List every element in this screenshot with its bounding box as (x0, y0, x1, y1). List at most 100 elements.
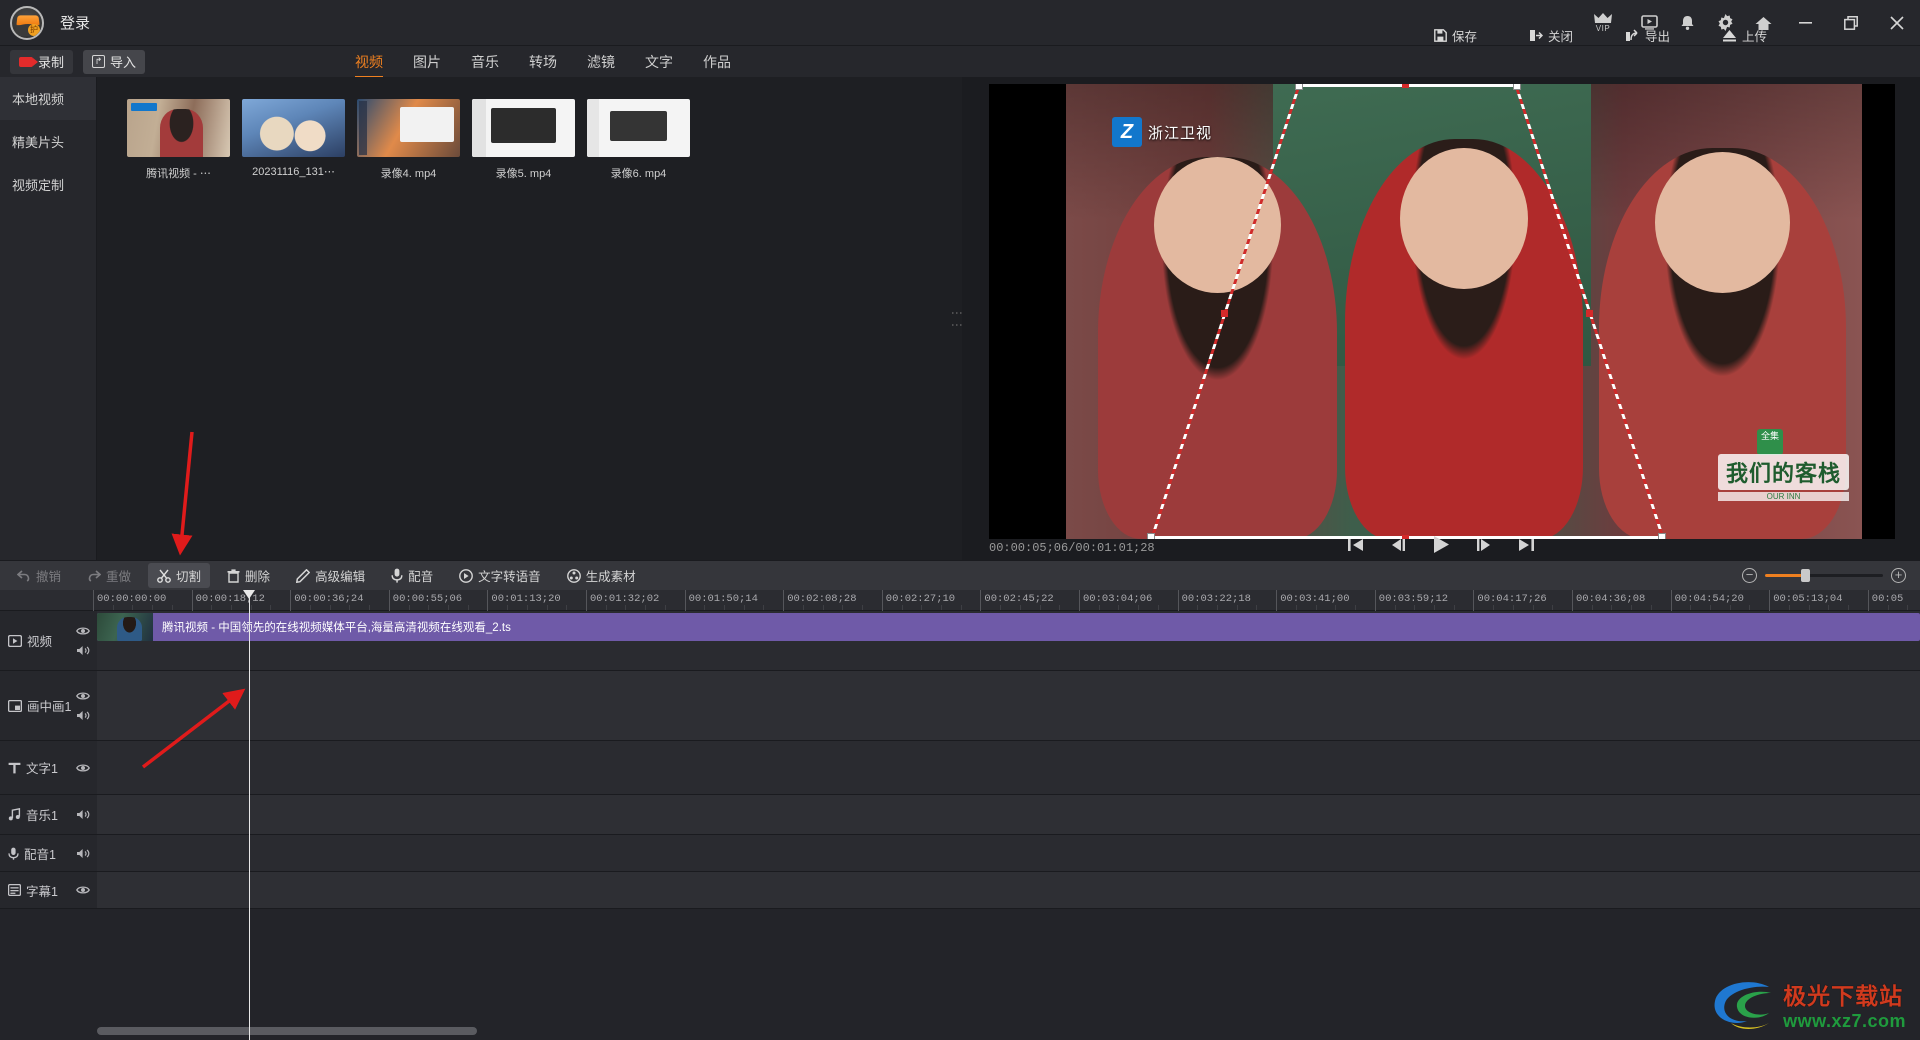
track-header-voiceover[interactable]: 配音1 (0, 835, 97, 871)
tab-image[interactable]: 图片 (413, 52, 441, 78)
media-item[interactable]: 录像6. mp4 (587, 99, 690, 181)
sidebar-item-custom-video[interactable]: 视频定制 (0, 163, 96, 206)
media-item[interactable]: 录像4. mp4 (357, 99, 460, 181)
zoom-slider-thumb[interactable] (1801, 569, 1810, 582)
close-button[interactable] (1874, 0, 1920, 45)
ruler-minor-tick (1236, 605, 1238, 610)
voiceover-button[interactable]: 配音 (382, 563, 442, 588)
avatar[interactable]: 护 (10, 5, 44, 40)
split-button[interactable]: 切割 (148, 563, 211, 588)
watermark-logo-icon (1714, 981, 1772, 1029)
video-preview[interactable]: Z 浙江卫视 全集 我们的客栈 OUR INN (989, 84, 1895, 539)
track-header-pip[interactable]: 画中画1 (0, 671, 97, 740)
track-body-subtitle[interactable] (97, 872, 1920, 908)
track-mute-toggle[interactable] (76, 809, 90, 820)
track-body-text[interactable] (97, 741, 1920, 794)
tab-works[interactable]: 作品 (703, 52, 731, 78)
text-to-speech-label: 文字转语音 (478, 570, 541, 584)
panel-resize-handle[interactable]: ⋮⋮ (950, 307, 964, 331)
sidebar-item-intro-templates[interactable]: 精美片头 (0, 120, 96, 163)
export-label: 导出 (1645, 30, 1671, 44)
track-visibility-toggle[interactable] (76, 626, 90, 636)
track-body-music[interactable] (97, 795, 1920, 834)
ruler-minor-tick (408, 605, 410, 610)
redo-button[interactable]: 重做 (78, 563, 140, 588)
import-button[interactable]: ↱ 导入 (83, 49, 146, 74)
track-mute-toggle[interactable] (76, 710, 90, 721)
media-item[interactable]: 录像5. mp4 (472, 99, 575, 181)
zoom-slider-track[interactable] (1765, 569, 1883, 582)
timeline-hscrollbar[interactable] (97, 1027, 1902, 1035)
timeline-ruler[interactable]: 00:00:00:00 00:00:18;12 00:00:36;24 00:00:5… (0, 590, 1920, 611)
sidebar-item-local-video[interactable]: 本地视频 (0, 77, 96, 120)
track-visibility-toggle[interactable] (76, 885, 90, 895)
track-mute-toggle[interactable] (76, 848, 90, 859)
track-body-voiceover[interactable] (97, 835, 1920, 871)
tab-text[interactable]: 文字 (645, 52, 673, 78)
track-body-pip[interactable] (97, 671, 1920, 740)
undo-icon (17, 569, 31, 582)
tab-transition[interactable]: 转场 (529, 52, 557, 78)
track-label: 文字1 (26, 762, 58, 776)
track-visibility-toggle[interactable] (76, 763, 90, 773)
undo-button[interactable]: 撤销 (8, 563, 70, 588)
ruler-minor-tick (1059, 605, 1061, 610)
media-item[interactable]: 20231116_131⋯ (242, 99, 345, 181)
tab-video[interactable]: 视频 (355, 52, 383, 78)
watermark-line2: www.xz7.com (1783, 1011, 1906, 1031)
text-to-speech-button[interactable]: 文字转语音 (450, 563, 550, 588)
ruler-label: 00:05:13;04 (1773, 593, 1843, 605)
track-mute-toggle[interactable] (76, 645, 90, 656)
ruler-minor-tick (1256, 605, 1258, 610)
delete-button[interactable]: 删除 (218, 563, 279, 588)
step-forward-button[interactable] (1475, 537, 1493, 553)
ruler-minor-tick (822, 605, 824, 610)
media-thumbnail (472, 99, 575, 157)
track-toggles (76, 795, 90, 834)
track-body-video[interactable]: 腾讯视频 - 中国领先的在线视频媒体平台,海量高清视频在线观看_2.ts (97, 611, 1920, 670)
step-backward-button[interactable] (1389, 537, 1407, 553)
jump-to-end-button[interactable] (1517, 537, 1535, 553)
tab-music[interactable]: 音乐 (471, 52, 499, 78)
track-header-subtitle[interactable]: 字幕1 (0, 872, 97, 908)
media-item[interactable]: 腾讯视频 - ⋯ (127, 99, 230, 181)
ruler-minor-tick (1157, 605, 1159, 610)
login-link[interactable]: 登录 (60, 12, 90, 33)
edit-toolbar: 撤销 重做 切割 删除 高级编辑 配音 文字转语音 生成素材 − + (0, 560, 1920, 590)
ruler-minor-tick (1394, 605, 1396, 610)
track-header-music[interactable]: 音乐1 (0, 795, 97, 834)
track-label: 字幕1 (26, 884, 58, 899)
track-row-video: 视频 腾讯视频 - 中国领先的在线视频媒体平台,海量高清视频在线观看_2.ts (0, 611, 1920, 671)
export-icon (1625, 29, 1640, 42)
ruler-minor-tick (921, 605, 923, 610)
timeline-clip[interactable]: 腾讯视频 - 中国领先的在线视频媒体平台,海量高清视频在线观看_2.ts (97, 613, 1920, 641)
jump-to-start-button[interactable] (1347, 537, 1365, 553)
ruler-minor-tick (112, 605, 114, 610)
maximize-button[interactable] (1828, 0, 1874, 45)
ruler-minor-tick (329, 605, 331, 610)
advanced-edit-button[interactable]: 高级编辑 (287, 563, 374, 588)
ruler-minor-tick (526, 605, 528, 610)
trash-icon (227, 568, 240, 583)
zoom-out-button[interactable]: − (1742, 568, 1757, 583)
track-visibility-toggle[interactable] (76, 691, 90, 701)
ruler-minor-tick (1039, 605, 1041, 610)
record-button[interactable]: 录制 (10, 49, 74, 74)
advanced-edit-label: 高级编辑 (315, 570, 366, 584)
ruler-minor-tick (428, 605, 430, 610)
zoom-slider-fill (1765, 574, 1803, 577)
zoom-in-button[interactable]: + (1891, 568, 1906, 583)
track-header-video[interactable]: 视频 (0, 611, 97, 670)
ruler-minor-tick (1197, 605, 1199, 610)
generate-material-button[interactable]: 生成素材 (558, 563, 645, 588)
timeline-hscroll-thumb[interactable] (97, 1027, 477, 1035)
timeline-tracks: 视频 腾讯视频 - 中国领先的在线视频媒体平台,海量高清视频在线观看_2.ts (0, 611, 1920, 909)
voiceover-label: 配音 (408, 570, 434, 584)
pip-track-icon (8, 699, 22, 712)
ruler-label: 00:03:41;00 (1280, 593, 1350, 605)
tab-filter[interactable]: 滤镜 (587, 52, 615, 78)
minimize-button[interactable] (1782, 0, 1828, 45)
main-area: 本地视频 精美片头 视频定制 腾讯视频 - ⋯ 20231116_131⋯ 录像… (0, 77, 1920, 560)
track-header-text[interactable]: 文字1 (0, 741, 97, 794)
play-button[interactable] (1431, 535, 1451, 554)
